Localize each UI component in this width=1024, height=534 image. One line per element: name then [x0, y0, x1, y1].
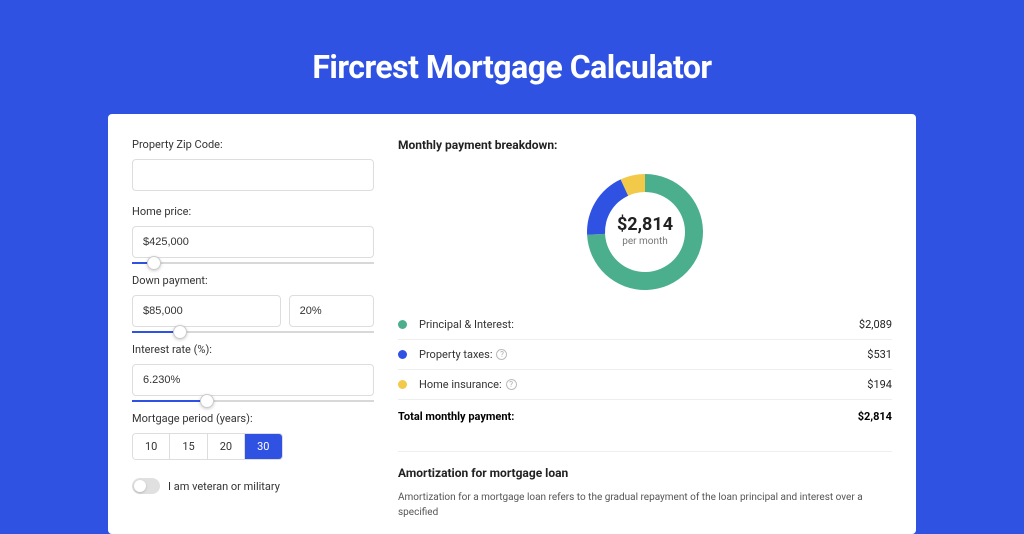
interest-rate-slider[interactable]	[132, 394, 374, 398]
interest-rate-field: Interest rate (%):	[132, 343, 374, 398]
page-title: Fircrest Mortgage Calculator	[108, 48, 916, 86]
breakdown-title: Monthly payment breakdown:	[398, 138, 892, 152]
zip-field: Property Zip Code:	[132, 138, 374, 191]
legend-row: Property taxes:? $531	[398, 340, 892, 370]
legend-label: Home insurance:	[419, 378, 502, 391]
interest-rate-label: Interest rate (%):	[132, 343, 374, 356]
amortization-body: Amortization for a mortgage loan refers …	[398, 490, 892, 520]
down-payment-amount-input[interactable]	[132, 295, 281, 327]
interest-rate-input[interactable]	[132, 364, 374, 396]
down-payment-field: Down payment:	[132, 274, 374, 329]
total-row: Total monthly payment: $2,814	[398, 400, 892, 433]
mortgage-period-group: 10152030	[132, 433, 283, 460]
legend-dot-icon	[398, 320, 407, 329]
info-icon[interactable]: ?	[506, 379, 517, 390]
period-option-20[interactable]: 20	[208, 434, 245, 459]
home-price-label: Home price:	[132, 205, 374, 218]
legend-dot-icon	[398, 350, 407, 359]
legend-label: Property taxes:	[419, 348, 492, 361]
legend-value: $531	[867, 348, 892, 361]
donut-center-sub: per month	[622, 236, 668, 247]
down-payment-pct-input[interactable]	[289, 295, 374, 327]
legend-row: Home insurance:? $194	[398, 370, 892, 400]
veteran-toggle-label: I am veteran or military	[168, 480, 280, 493]
down-payment-label: Down payment:	[132, 274, 374, 287]
breakdown-panel: Monthly payment breakdown: $2,814 per mo…	[398, 138, 892, 510]
form-panel: Property Zip Code: Home price: Down paym…	[132, 138, 374, 510]
home-price-input[interactable]	[132, 226, 374, 258]
mortgage-period-field: Mortgage period (years): 10152030	[132, 412, 374, 460]
veteran-toggle-row: I am veteran or military	[132, 478, 374, 494]
legend-value: $2,089	[859, 318, 892, 331]
period-option-15[interactable]: 15	[170, 434, 207, 459]
zip-input[interactable]	[132, 159, 374, 191]
info-icon[interactable]: ?	[496, 349, 507, 360]
legend-row: Principal & Interest: $2,089	[398, 310, 892, 340]
total-label: Total monthly payment:	[398, 410, 858, 423]
amortization-title: Amortization for mortgage loan	[398, 451, 892, 480]
home-price-field: Home price:	[132, 205, 374, 260]
veteran-toggle[interactable]	[132, 478, 160, 494]
legend-value: $194	[867, 378, 892, 391]
zip-label: Property Zip Code:	[132, 138, 374, 151]
slider-thumb[interactable]	[147, 256, 161, 270]
home-price-slider[interactable]	[132, 256, 374, 260]
calculator-card: Property Zip Code: Home price: Down paym…	[108, 114, 916, 534]
legend-label: Principal & Interest:	[419, 318, 514, 331]
donut-chart: $2,814 per month	[398, 162, 892, 310]
mortgage-period-label: Mortgage period (years):	[132, 412, 374, 425]
breakdown-legend: Principal & Interest: $2,089 Property taxe…	[398, 310, 892, 400]
period-option-30[interactable]: 30	[245, 434, 281, 459]
legend-dot-icon	[398, 380, 407, 389]
donut-center-value: $2,814	[617, 214, 673, 235]
slider-thumb[interactable]	[173, 325, 187, 339]
down-payment-slider[interactable]	[132, 325, 374, 329]
total-value: $2,814	[858, 410, 892, 423]
period-option-10[interactable]: 10	[133, 434, 170, 459]
slider-thumb[interactable]	[200, 394, 214, 408]
